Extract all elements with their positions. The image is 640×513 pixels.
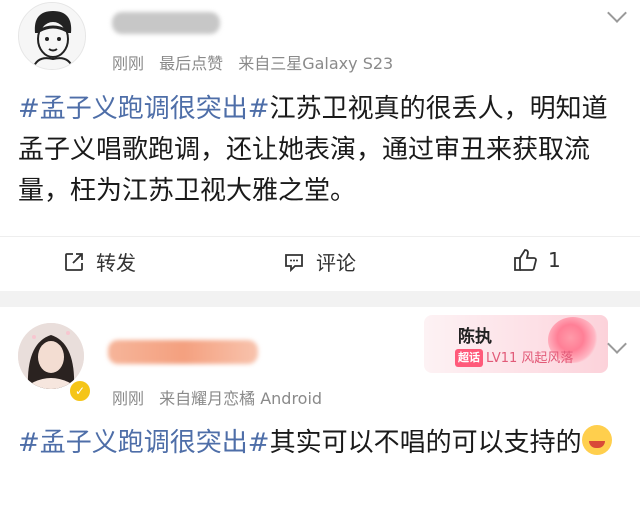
chevron-down-icon[interactable] [607, 3, 627, 23]
post-text: #孟子义跑调很突出#江苏卫视真的很丢人，明知道孟子义唱歌跑调，还让她表演，通过审… [18, 89, 623, 212]
comment-button[interactable]: 评论 [282, 247, 356, 276]
post-card-2: ✓ 陈执 超话 LV11 风起风落 刚刚 来自耀月恋橘 Android #孟子义… [0, 307, 640, 513]
topic-link[interactable]: #孟子义跑调很突出# [18, 428, 270, 458]
repost-label: 转发 [96, 251, 136, 275]
thumbs-up-icon [514, 249, 537, 271]
post-source: 来自耀月恋橘 Android [159, 389, 323, 408]
like-button[interactable]: 1 [512, 247, 561, 273]
post-time: 刚刚 [112, 389, 145, 408]
verified-badge-icon: ✓ [68, 379, 92, 403]
badge-title: 陈执 [458, 327, 492, 347]
post-source: 来自三星Galaxy S23 [238, 54, 394, 73]
post-body: 其实可以不唱的可以支持的 [269, 428, 582, 458]
post-action: 最后点赞 [159, 54, 224, 73]
super-topic-chip: 超话 [455, 349, 483, 367]
badge-level: LV11 风起风落 [486, 351, 574, 366]
avatar[interactable] [18, 2, 86, 70]
emoji-icon [581, 425, 612, 455]
action-bar: 转发 评论 1 [0, 236, 640, 287]
repost-button[interactable]: 转发 [62, 247, 136, 276]
post-text: #孟子义跑调很突出#其实可以不唱的可以支持的 [18, 423, 623, 464]
share-icon [65, 252, 83, 271]
topic-link[interactable]: #孟子义跑调很突出# [18, 94, 270, 124]
post-time: 刚刚 [112, 54, 145, 73]
like-count: 1 [548, 248, 561, 272]
comment-label: 评论 [316, 251, 356, 275]
fan-badge[interactable]: 陈执 超话 LV11 风起风落 [424, 315, 608, 373]
post-card-1: 刚刚 最后点赞 来自三星Galaxy S23 #孟子义跑调很突出#江苏卫视真的很… [0, 0, 640, 291]
post-meta: 刚刚 最后点赞 来自三星Galaxy S23 [112, 50, 393, 74]
chevron-down-icon[interactable] [607, 334, 627, 354]
comment-icon [285, 253, 303, 272]
blurred-username[interactable] [108, 340, 258, 364]
avatar-sketch [19, 3, 85, 69]
post-separator [0, 291, 640, 307]
blurred-username[interactable] [112, 12, 220, 34]
post-meta: 刚刚 来自耀月恋橘 Android [112, 385, 322, 409]
